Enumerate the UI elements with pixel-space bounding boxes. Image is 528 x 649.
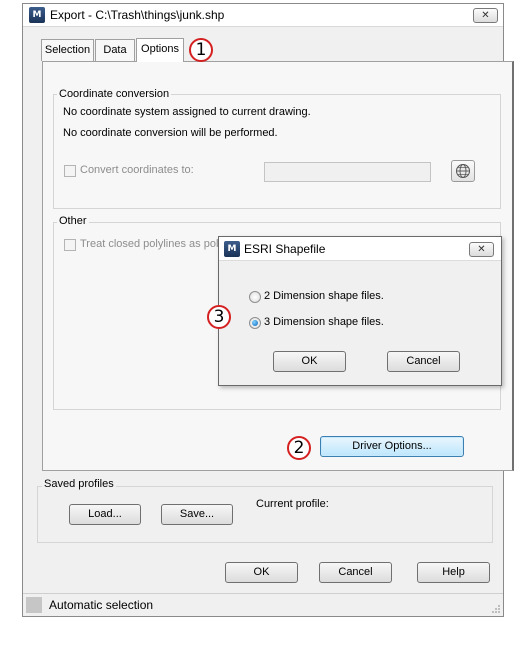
callout-2: 2 [287,436,311,460]
saved-profiles-label: Saved profiles [42,478,116,490]
close-icon: ✕ [477,244,486,255]
treat-closed-polylines-label: Treat closed polylines as polyg [80,238,231,250]
globe-icon [456,164,470,178]
callout-1: 1 [189,38,213,62]
status-indicator [26,597,42,613]
ok-button[interactable]: OK [225,562,298,583]
esri-app-icon: M [224,241,240,257]
esri-close-button[interactable]: ✕ [469,242,494,257]
tab-data[interactable]: Data [95,39,135,61]
esri-title-bar[interactable]: M ESRI Shapefile ✕ [219,237,501,261]
tab-options[interactable]: Options [136,38,184,62]
close-button[interactable]: ✕ [473,8,498,23]
coordinate-info-line-2: No coordinate conversion will be perform… [63,127,278,139]
close-icon: ✕ [481,10,490,21]
tab-selection[interactable]: Selection [41,39,94,61]
status-text: Automatic selection [49,598,154,612]
convert-coordinates-checkbox[interactable] [64,165,76,177]
other-label: Other [57,215,89,227]
title-bar[interactable]: M Export - C:\Trash\things\junk.shp ✕ [23,4,503,27]
convert-coordinates-label: Convert coordinates to: [80,164,194,176]
radio-3d[interactable] [249,317,261,329]
treat-closed-polylines-checkbox[interactable] [64,239,76,251]
coordinate-info-line-1: No coordinate system assigned to current… [63,106,311,118]
load-button[interactable]: Load... [69,504,141,525]
current-profile-label: Current profile: [256,498,329,510]
status-bar: Automatic selection [23,593,503,616]
help-button[interactable]: Help [417,562,490,583]
app-icon: M [29,7,45,23]
resize-grip-icon[interactable] [491,604,501,614]
cancel-button[interactable]: Cancel [319,562,392,583]
esri-cancel-button[interactable]: Cancel [387,351,460,372]
callout-3: 3 [207,305,231,329]
save-button[interactable]: Save... [161,504,233,525]
window-title: Export - C:\Trash\things\junk.shp [50,8,225,22]
radio-3d-label: 3 Dimension shape files. [264,316,384,328]
esri-ok-button[interactable]: OK [273,351,346,372]
esri-shapefile-dialog: M ESRI Shapefile ✕ 2 Dimension shape fil… [218,236,502,386]
driver-options-button[interactable]: Driver Options... [320,436,464,457]
coordinate-system-picker-button[interactable] [451,160,475,182]
coordinate-system-field[interactable] [264,162,431,182]
esri-dialog-title: ESRI Shapefile [244,242,326,256]
coordinate-conversion-label: Coordinate conversion [57,88,172,100]
radio-2d-label: 2 Dimension shape files. [264,290,384,302]
radio-2d[interactable] [249,291,261,303]
